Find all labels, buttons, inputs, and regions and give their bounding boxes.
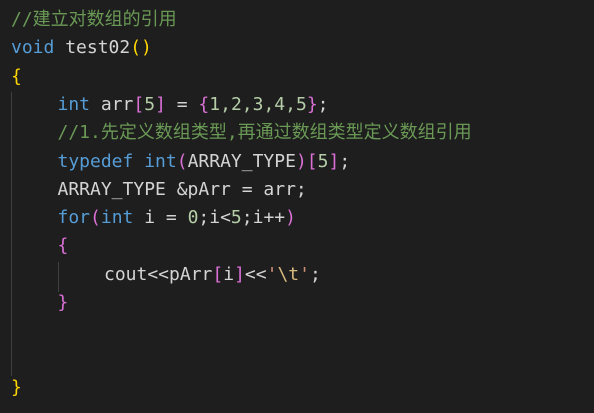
code-token-escape: \t [277,263,300,285]
code-token-paren2: [ [133,93,145,115]
code-token-keyword: for [57,207,91,229]
code-token-paren2: ) [295,150,307,172]
code-token-paren2: ] [328,150,340,172]
code-token-keyword: int [100,207,134,229]
code-token-default: ; [339,150,351,172]
code-token-default: arr [90,93,134,115]
code-token-paren2: ( [90,207,101,229]
code-line[interactable]: //1.先定义数组类型,再通过数组类型定义数组引用 [58,119,472,147]
code-token-default: << [244,263,267,285]
code-token-paren1: () [130,37,152,59]
code-token-default: i [223,263,235,285]
code-token-default: ;i< [198,207,231,229]
code-line[interactable]: int arr[5] = {1,2,3,4,5}; [58,91,329,119]
code-token-paren2: [ [306,150,318,172]
code-token-string: ' [266,263,278,285]
code-token-default: = [165,93,199,115]
code-token-paren2: ( [176,150,188,172]
code-token-number: 5 [230,207,242,229]
code-token-default: ;i++ [241,207,286,229]
code-line[interactable]: } [58,289,69,317]
code-token-number: 1,2,3,4,5 [209,93,307,115]
code-token-paren2: { [57,235,69,257]
code-token-comment: //1.先定义数组类型,再通过数组类型定义数组引用 [57,122,472,144]
code-token-number: 5 [144,93,156,115]
code-line[interactable]: ARRAY_TYPE &pArr = arr; [58,176,307,204]
code-line[interactable]: { [11,63,22,91]
code-token-paren2: ] [155,93,166,115]
code-token-keyword: int [133,150,177,172]
code-token-default: ; [317,93,329,115]
code-token-paren1: } [11,376,22,398]
code-token-default: test02 [54,37,131,59]
code-token-string: ' [299,263,310,285]
indent-guide [58,262,59,292]
code-token-default: ARRAY_TYPE &pArr = arr; [57,178,307,200]
indent-guide [11,92,12,376]
code-token-keyword: void [11,37,55,59]
code-token-number: 5 [317,150,329,172]
code-token-paren2: } [306,93,318,115]
code-token-default: i = [133,207,188,229]
code-line[interactable]: cout<<pArr[i]<<'\t'; [104,261,321,289]
code-line[interactable]: void test02() [11,34,152,62]
code-token-paren2: } [57,292,69,313]
code-line[interactable]: { [58,232,69,260]
code-token-keyword: int [57,93,91,115]
code-token-default: cout<<pArr [104,263,213,285]
code-token-number: 0 [187,207,199,229]
code-editor[interactable]: //建立对数组的引用 void test02(){int arr[5] = {1,… [0,0,594,413]
code-token-paren1: { [11,65,22,87]
code-token-default: ; [309,263,321,285]
code-token-keyword: typedef [57,150,134,172]
code-line[interactable]: } [11,374,22,402]
code-line[interactable]: for(int i = 0;i<5;i++) [58,204,296,232]
code-token-paren2: [ [212,263,224,285]
code-token-comment: //建立对数组的引用 [11,9,177,30]
code-token-paren2: { [198,93,210,115]
code-token-paren2: ] [234,263,245,285]
code-token-paren2: ) [285,207,296,229]
code-line[interactable]: typedef int(ARRAY_TYPE)[5]; [58,148,351,176]
code-line[interactable]: //建立对数组的引用 [11,6,177,34]
code-token-default: ARRAY_TYPE [187,150,296,172]
